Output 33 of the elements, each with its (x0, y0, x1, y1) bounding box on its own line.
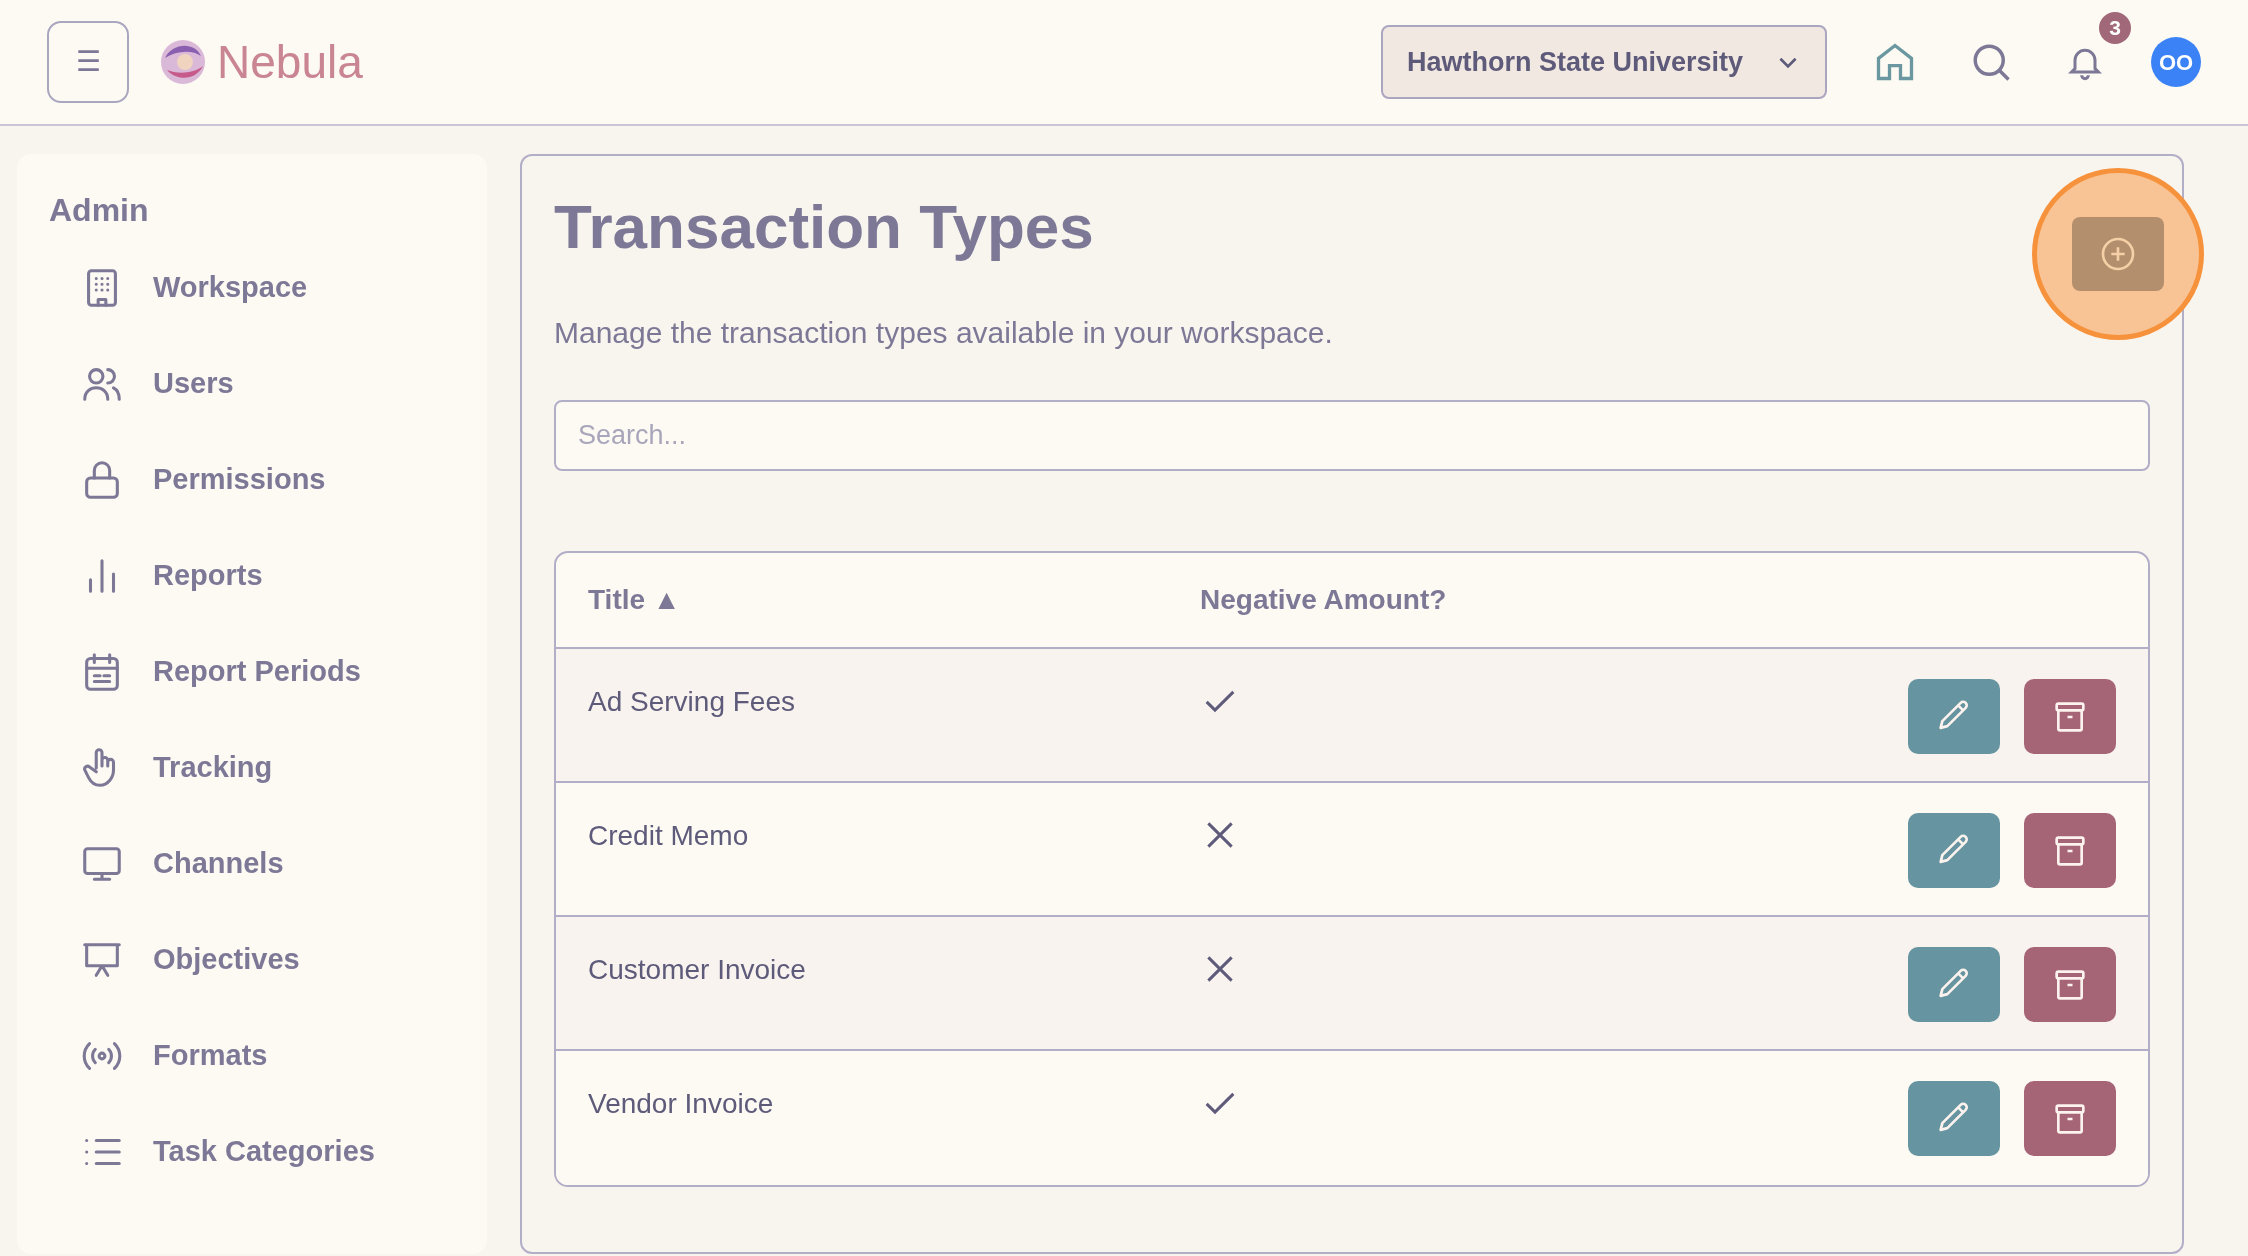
sidebar-item[interactable]: Report Periods (49, 624, 371, 720)
table-cell-text: Customer Invoice (588, 953, 807, 987)
workspace-dropdown[interactable]: Hawthorn State University (1381, 25, 1827, 99)
table-cell-text: Vendor Invoice (588, 1087, 775, 1121)
sidebar-item[interactable]: Task Categories (49, 1104, 385, 1200)
brand-name: Nebula (217, 39, 363, 85)
sidebar-title: Admin (49, 194, 149, 226)
sidebar-item[interactable]: Tracking (49, 720, 283, 816)
page-description: Manage the transaction types available in your workspace. (554, 318, 1334, 348)
add-button[interactable] (2072, 217, 2164, 291)
table-cell-text: Credit Memo (588, 819, 750, 853)
table-cell-text: Ad Serving Fees (588, 685, 796, 719)
menu-button[interactable]: ☰ (47, 21, 129, 103)
edit-button[interactable] (1908, 813, 2000, 888)
search-field[interactable]: Search... (554, 400, 2150, 471)
sidebar-item[interactable]: Formats (49, 1008, 278, 1104)
user-avatar[interactable]: OO (2151, 37, 2201, 87)
column-header[interactable]: Title ▲ (588, 579, 1200, 621)
sidebar-item[interactable]: Objectives (49, 912, 310, 1008)
column-header: Negative Amount? (1200, 583, 1447, 617)
sidebar-item[interactable]: Users (49, 336, 244, 432)
sidebar-item[interactable]: Workspace (49, 240, 318, 336)
archive-button[interactable] (2024, 813, 2116, 888)
notification-badge: 3 (2099, 12, 2131, 44)
edit-button[interactable] (1908, 947, 2000, 1022)
archive-button[interactable] (2024, 947, 2116, 1022)
edit-button[interactable] (1908, 679, 2000, 754)
sidebar-item[interactable]: Permissions (49, 432, 336, 528)
sidebar-item[interactable]: Channels (49, 816, 294, 912)
edit-button[interactable] (1908, 1081, 2000, 1156)
archive-button[interactable] (2024, 1081, 2116, 1156)
archive-button[interactable] (2024, 679, 2116, 754)
sidebar-item[interactable]: Reports (49, 528, 273, 624)
